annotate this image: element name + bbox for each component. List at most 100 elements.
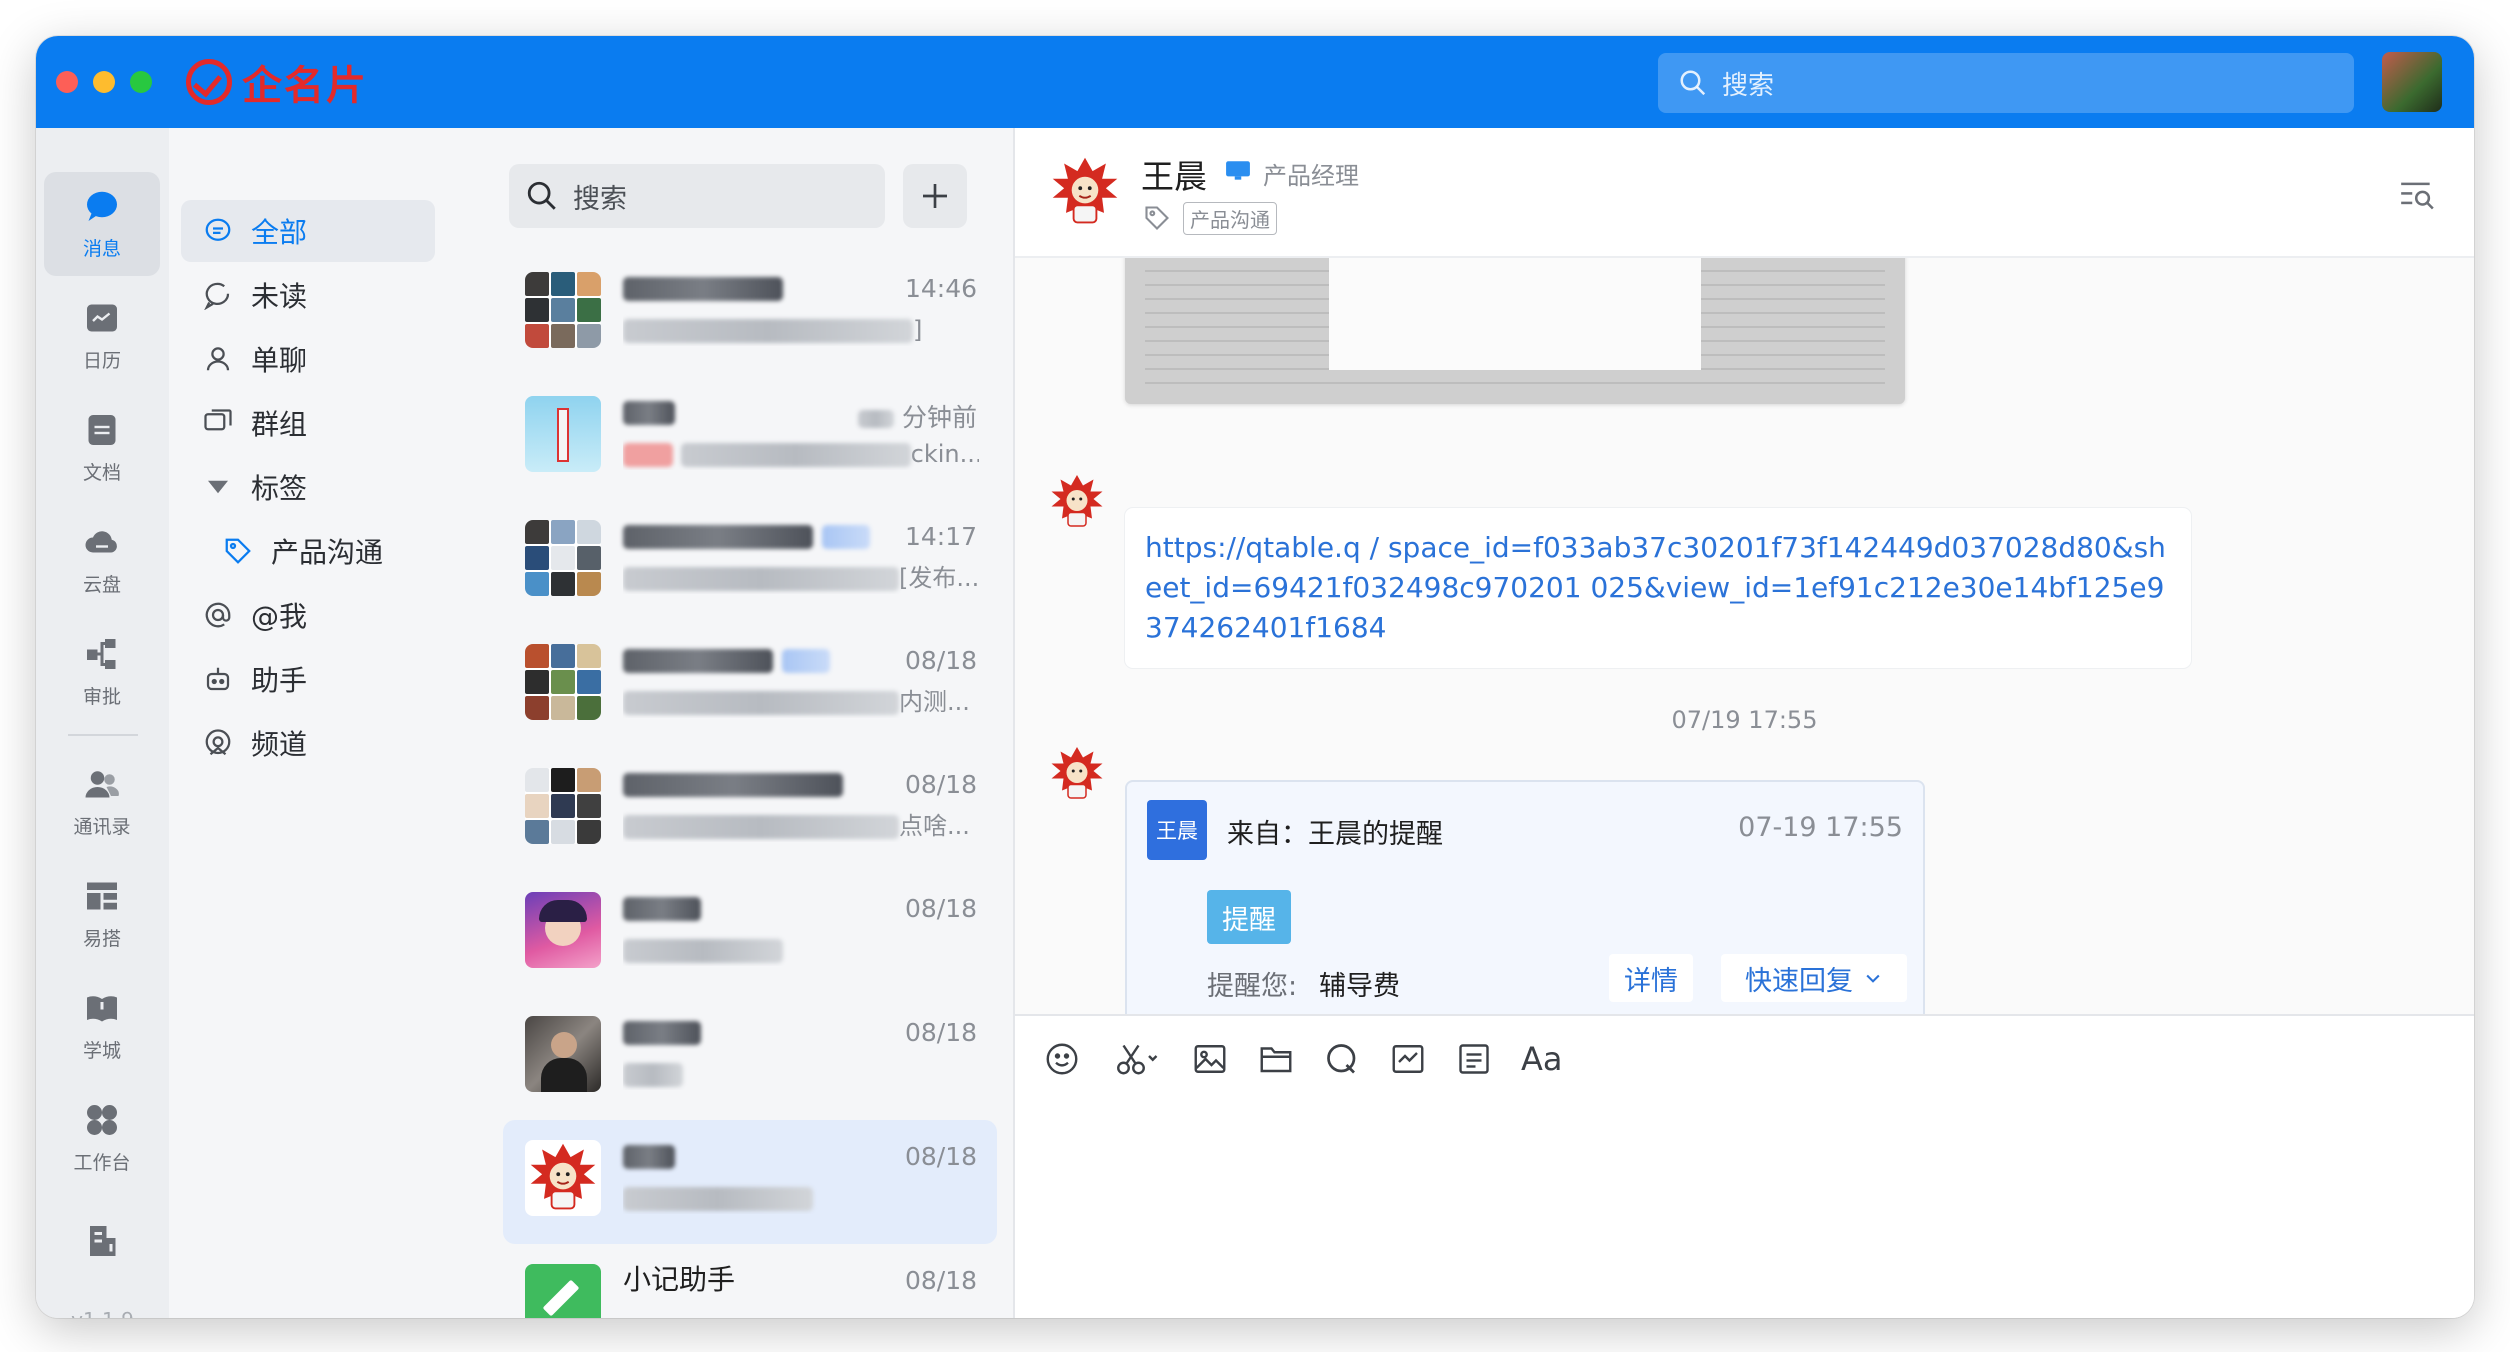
title-bar: 企名片 搜索 [36,36,2474,128]
filter-tag-product[interactable]: 产品沟通 [181,520,435,582]
book-icon [87,995,117,1021]
conversation-name [623,766,843,802]
contact-name: 王晨 [1141,157,1207,196]
text-format-button[interactable]: Aa [1521,1040,1563,1078]
chevron-down-icon [1866,974,1880,983]
group-avatar [525,272,601,348]
quote-q-icon [1327,1044,1356,1074]
conversation-item[interactable]: 08/18 [503,872,997,996]
rail-item-contacts[interactable]: 通讯录 [44,750,160,854]
conversation-item-active[interactable]: 08/18 [503,1120,997,1244]
image-button[interactable] [1191,1040,1229,1078]
file-button[interactable] [1257,1040,1295,1078]
anime-avatar [525,892,601,968]
search-history-icon[interactable] [2398,176,2436,214]
conversation-name [623,1014,701,1050]
sender-avatar[interactable] [1047,472,1107,532]
calendar-icon [87,304,117,331]
close-window-button[interactable] [56,71,78,93]
filter-single-chat[interactable]: 单聊 [181,328,435,390]
rail-label: 工作台 [73,1151,131,1174]
filter-mentions[interactable]: @我 [181,584,435,646]
conversation-name [623,394,675,430]
contact-tag[interactable]: 产品沟通 [1183,202,1277,235]
plus-icon [923,184,947,208]
rail-item-academy[interactable]: 学城 [44,974,160,1078]
screenshot-button[interactable] [1107,1040,1167,1078]
approval-icon [87,638,116,669]
rail-item-docs[interactable]: 文档 [44,396,160,500]
building-icon [90,1226,116,1256]
reminder-card: 王晨 来自：王晨的提醒 07-19 17:55 提醒 提醒您: 辅导费 详情 快… [1125,780,1925,1014]
rail-item-builder[interactable]: 易搭 [44,862,160,966]
rail-item-cloud[interactable]: 云盘 [44,508,160,612]
conversation-item[interactable]: 小记助手 08/18 [503,1244,997,1318]
contact-role: 产品经理 [1263,162,1359,190]
filter-tags[interactable]: 标签 [181,456,435,518]
filter-label: 单聊 [251,344,308,377]
filter-channels[interactable]: 频道 [181,712,435,774]
conversation-item[interactable]: 08/18 内测... [503,624,997,748]
conversation-name [623,642,830,678]
conversation-item[interactable]: 14:17 [发布... [503,500,997,624]
filter-unread[interactable]: 未读 [181,264,435,326]
rail-label: 日历 [82,349,121,372]
conversation-item[interactable]: 08/18 点啥... [503,748,997,872]
filter-all[interactable]: 全部 [181,200,435,262]
new-conversation-button[interactable] [903,164,967,228]
group-avatar [525,520,601,596]
link-message[interactable]: https://qtable.q / space_id=f033ab37c302… [1125,508,2191,668]
conversation-preview [623,934,979,966]
note-button[interactable] [1455,1040,1493,1078]
conversation-time: 08/18 [904,646,977,675]
reminder-content: 辅导费 [1319,971,1400,1002]
filter-assistants[interactable]: 助手 [181,648,435,710]
filter-label: @我 [251,600,308,633]
quote-button[interactable] [1323,1040,1361,1078]
rail-item-approval[interactable]: 审批 [44,620,160,724]
conversation-item[interactable]: 14:46 ] [503,252,997,376]
folder-icon [1260,1047,1292,1073]
rail-item-messages[interactable]: 消息 [44,172,160,276]
conversation-time: 08/18 [904,1142,977,1171]
conversation-time: 08/18 [904,894,977,923]
rail-item-workbench[interactable]: 工作台 [44,1086,160,1190]
contact-avatar[interactable] [1047,154,1123,230]
quick-reply-button[interactable]: 快速回复 [1721,954,1907,1002]
emoji-button[interactable] [1043,1040,1081,1078]
rail-item-calendar[interactable]: 日历 [44,284,160,388]
chart-button[interactable] [1389,1040,1427,1078]
conversation-item[interactable]: 分钟前 ckin... [503,376,997,500]
builder-icon [87,882,117,909]
filter-label: 全部 [251,216,308,249]
user-avatar[interactable] [2382,52,2442,112]
conversation-item[interactable]: 08/18 [503,996,997,1120]
quick-reply-label: 快速回复 [1745,965,1853,997]
conversation-name [623,270,783,306]
cloud-icon [85,530,117,552]
logo-check-icon [186,59,232,105]
reminder-details-button[interactable]: 详情 [1609,954,1693,1002]
filter-groups[interactable]: 群组 [181,392,435,454]
image-message[interactable] [1125,258,1905,404]
reminder-badge: 提醒 [1207,890,1291,944]
left-nav-rail: 消息 日历 文档 云盘 审批 通讯录 易搭 学城 工作台 [36,128,169,1318]
sender-avatar[interactable] [1047,744,1107,804]
image-icon [1194,1045,1226,1073]
minimize-window-button[interactable] [93,71,115,93]
filter-label: 群组 [251,408,308,441]
reminder-time: 07-19 17:55 [1738,812,1903,843]
robot-icon [206,667,230,691]
tag-icon[interactable] [1143,204,1171,232]
conversation-search-input[interactable]: 搜索 [509,164,885,228]
global-search-input[interactable]: 搜索 [1658,53,2354,113]
filter-label: 标签 [251,472,308,505]
rail-item-organization[interactable] [44,1196,160,1286]
zoom-window-button[interactable] [130,71,152,93]
lighthouse-avatar [525,396,601,472]
unread-bubble-icon [204,282,230,310]
conversation-time: 14:17 [904,522,977,551]
photo-avatar [525,1016,601,1092]
logo-text: 企名片 [242,63,368,109]
message-composer[interactable]: Aa [1015,1014,2474,1318]
